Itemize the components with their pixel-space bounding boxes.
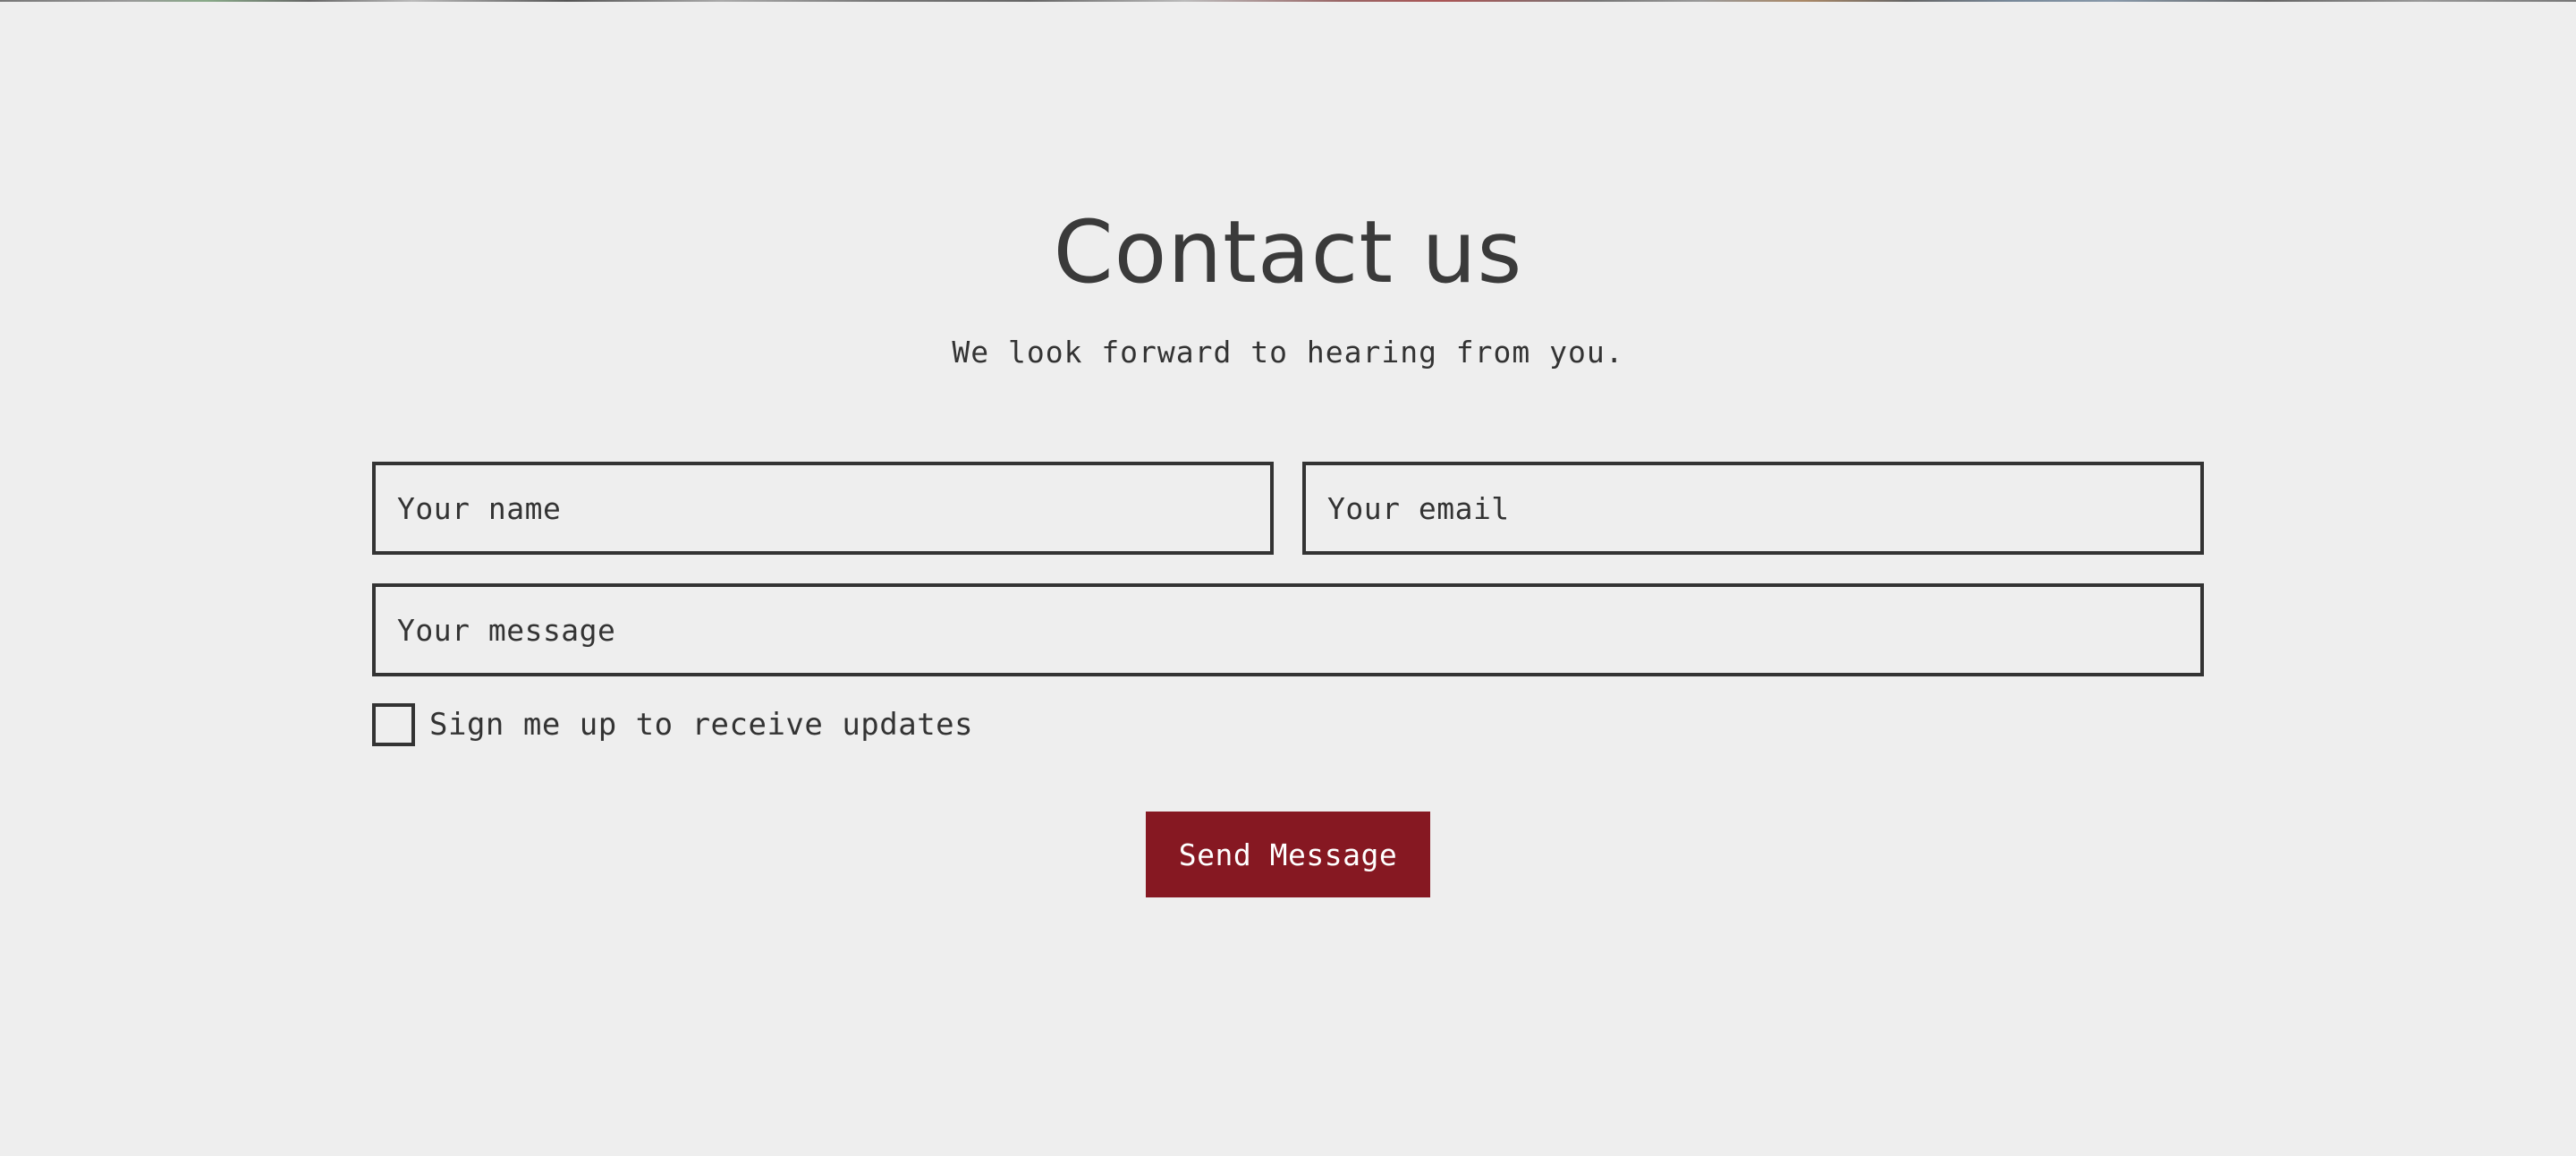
email-input[interactable] <box>1302 462 2204 555</box>
updates-checkbox[interactable] <box>372 703 415 746</box>
name-input[interactable] <box>372 462 1274 555</box>
page-title: Contact us <box>1053 202 1523 302</box>
contact-section: Contact us We look forward to hearing fr… <box>0 0 2576 1156</box>
send-message-button[interactable]: Send Message <box>1146 812 1430 897</box>
updates-checkbox-row[interactable]: Sign me up to receive updates <box>372 703 973 746</box>
page-subtitle: We look forward to hearing from you. <box>952 335 1624 370</box>
updates-checkbox-label: Sign me up to receive updates <box>429 707 974 743</box>
message-input[interactable] <box>372 583 2204 676</box>
